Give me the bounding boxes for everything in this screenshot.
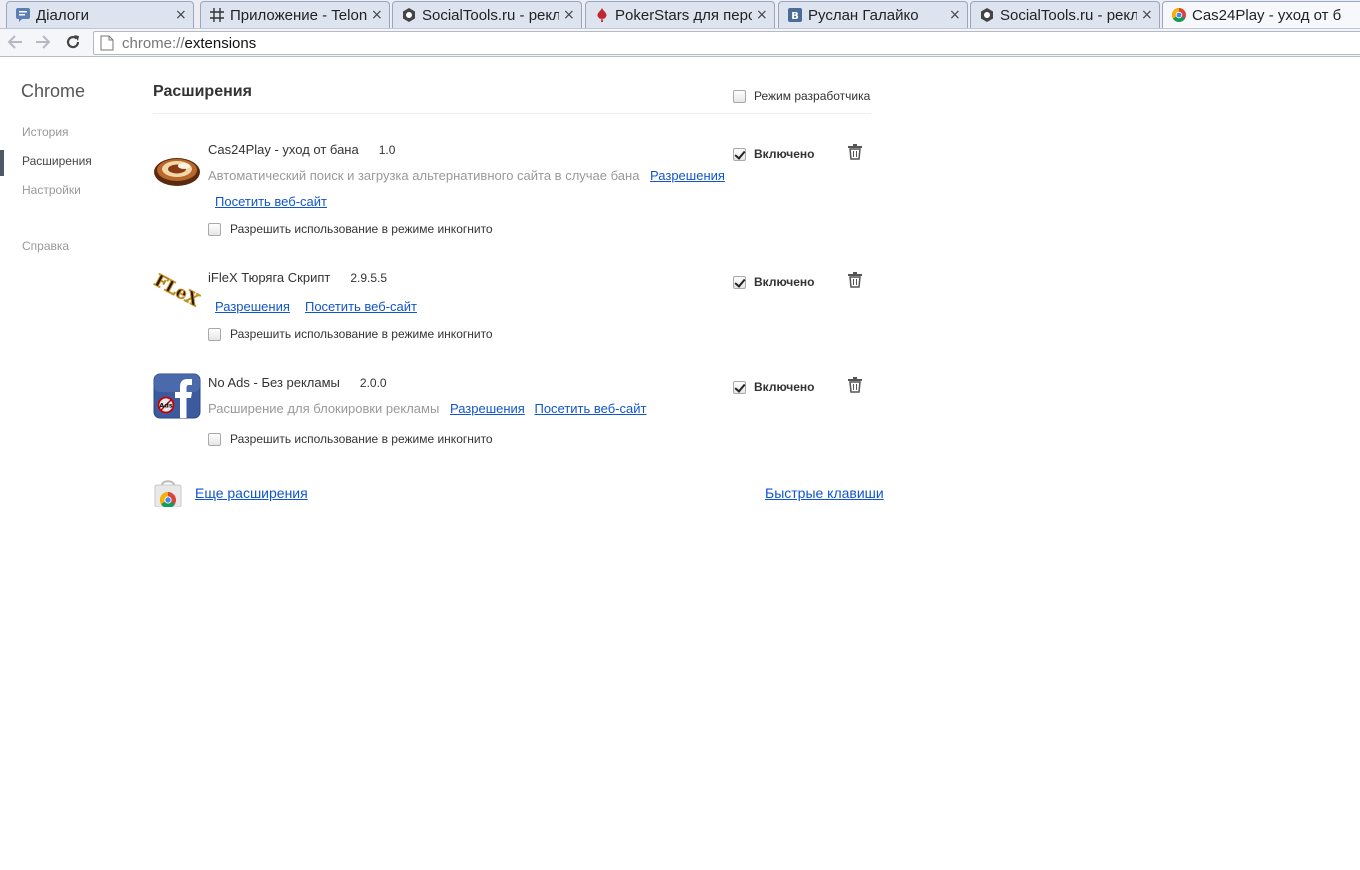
incognito-label: Разрешить использование в режиме инкогни… xyxy=(230,327,493,341)
incognito-checkbox[interactable] xyxy=(208,222,221,236)
tab-strip: Діалоги × Приложение - Telon × SocialToo… xyxy=(0,0,1360,28)
cas24play-icon xyxy=(154,158,200,186)
permissions-link[interactable]: Разрешения xyxy=(650,168,725,183)
address-url: chrome://extensions xyxy=(122,34,257,52)
close-icon[interactable]: × xyxy=(563,8,575,22)
permissions-link[interactable]: Разрешения xyxy=(450,401,525,416)
tab-title: Діалоги xyxy=(36,6,89,24)
sidebar-item-extensions[interactable]: Расширения xyxy=(22,154,92,168)
tab-title: Руслан Галайко xyxy=(808,6,919,24)
trash-icon[interactable] xyxy=(848,377,862,393)
tab-socialtools-2[interactable]: SocialTools.ru - рекл × xyxy=(970,1,1160,28)
pokerstars-icon xyxy=(594,7,610,23)
visit-website-link[interactable]: Посетить веб-сайт xyxy=(215,194,327,209)
enabled-checkbox[interactable] xyxy=(733,380,746,394)
developer-mode-toggle[interactable]: Режим разработчика xyxy=(733,89,870,103)
extension-version: 2.0.0 xyxy=(359,376,387,390)
divider xyxy=(153,113,871,114)
developer-mode-checkbox[interactable] xyxy=(733,89,746,103)
hexagon-icon xyxy=(401,7,417,23)
tab-dialogs[interactable]: Діалоги × xyxy=(6,1,194,28)
chrome-icon xyxy=(1171,7,1187,23)
keyboard-shortcuts-link[interactable]: Быстрые клавиши xyxy=(765,485,884,501)
hexagon-icon xyxy=(979,7,995,23)
forward-button[interactable] xyxy=(33,32,53,52)
page-title: Расширения xyxy=(153,83,252,100)
extension-links: Разрешения Посетить веб-сайт xyxy=(215,296,427,315)
close-icon[interactable]: × xyxy=(949,8,961,22)
tab-title: SocialTools.ru - рекл xyxy=(1000,6,1137,24)
tab-title: Приложение - Telon xyxy=(230,6,367,24)
trash-icon[interactable] xyxy=(848,272,862,288)
permissions-link[interactable]: Разрешения xyxy=(215,299,290,314)
tab-title: PokerStars для персо xyxy=(615,6,752,24)
reload-button[interactable] xyxy=(63,32,83,52)
page-icon xyxy=(100,35,114,51)
extension-description: Расширение для блокировки рекламы Разреш… xyxy=(208,401,647,416)
toolbar: chrome://extensions xyxy=(0,28,1360,57)
chat-bubble-icon xyxy=(15,7,31,23)
enabled-toggle[interactable]: Включено xyxy=(733,275,814,289)
visit-website-link[interactable]: Посетить веб-сайт xyxy=(534,401,646,416)
facebook-no-ads-icon: Ads xyxy=(153,373,201,419)
svg-text:FLeX: FLeX xyxy=(153,271,201,312)
incognito-toggle[interactable]: Разрешить использование в режиме инкогни… xyxy=(208,327,493,341)
enabled-toggle[interactable]: Включено xyxy=(733,380,814,394)
visit-website-link[interactable]: Посетить веб-сайт xyxy=(305,299,417,314)
address-bar[interactable]: chrome://extensions xyxy=(93,31,1360,55)
iflex-icon: FLeX xyxy=(153,270,201,312)
extension-name: iFleX Тюряга Скрипт 2.9.5.5 xyxy=(208,270,388,285)
enabled-label: Включено xyxy=(754,380,815,394)
tab-pokerstars[interactable]: PokerStars для персо × xyxy=(585,1,775,28)
back-button[interactable] xyxy=(5,32,25,52)
svg-text:B: B xyxy=(791,11,799,22)
tab-telon[interactable]: Приложение - Telon × xyxy=(200,1,390,28)
brand-title: Chrome xyxy=(21,81,86,101)
forward-arrow-icon xyxy=(36,35,51,49)
developer-mode-label: Режим разработчика xyxy=(754,89,871,103)
tab-cas24play[interactable]: Cas24Play - уход от б xyxy=(1162,1,1360,28)
selected-marker xyxy=(0,150,4,176)
more-extensions[interactable]: Еще расширения xyxy=(153,479,308,507)
extension-name: No Ads - Без рекламы 2.0.0 xyxy=(208,375,387,390)
hash-icon xyxy=(209,7,225,23)
extension-links: Посетить веб-сайт xyxy=(215,191,337,210)
incognito-label: Разрешить использование в режиме инкогни… xyxy=(230,432,493,446)
extension-version: 1.0 xyxy=(378,143,396,157)
enabled-toggle[interactable]: Включено xyxy=(733,147,814,161)
ads-badge-text: Ads xyxy=(159,402,173,410)
reload-icon xyxy=(66,35,80,49)
incognito-label: Разрешить использование в режиме инкогни… xyxy=(230,222,493,236)
extension-version: 2.9.5.5 xyxy=(350,271,388,285)
close-icon[interactable]: × xyxy=(371,8,383,22)
extension-name: Cas24Play - уход от бана 1.0 xyxy=(208,142,396,157)
incognito-checkbox[interactable] xyxy=(208,327,221,341)
sidebar-item-help[interactable]: Справка xyxy=(22,239,69,253)
tab-socialtools[interactable]: SocialTools.ru - рекл × xyxy=(392,1,582,28)
enabled-checkbox[interactable] xyxy=(733,275,746,289)
close-icon[interactable]: × xyxy=(175,8,187,22)
extension-description: Автоматический поиск и загрузка альтерна… xyxy=(208,168,725,183)
tab-title: SocialTools.ru - рекл xyxy=(422,6,559,24)
sidebar-item-settings[interactable]: Настройки xyxy=(22,183,81,197)
close-icon[interactable]: × xyxy=(756,8,768,22)
enabled-label: Включено xyxy=(754,147,815,161)
back-arrow-icon xyxy=(7,35,22,49)
web-store-icon xyxy=(154,480,182,507)
enabled-checkbox[interactable] xyxy=(733,147,746,161)
sidebar: Chrome История Расширения Настройки Спра… xyxy=(0,58,140,870)
incognito-toggle[interactable]: Разрешить использование в режиме инкогни… xyxy=(208,222,493,236)
more-extensions-link[interactable]: Еще расширения xyxy=(195,485,308,501)
tab-vk[interactable]: B Руслан Галайко × xyxy=(778,1,968,28)
enabled-label: Включено xyxy=(754,275,815,289)
incognito-toggle[interactable]: Разрешить использование в режиме инкогни… xyxy=(208,432,493,446)
trash-icon[interactable] xyxy=(848,144,862,160)
close-icon[interactable]: × xyxy=(1141,8,1153,22)
vk-icon: B xyxy=(787,7,803,23)
tab-title: Cas24Play - уход от б xyxy=(1192,6,1342,24)
sidebar-item-history[interactable]: История xyxy=(22,125,69,139)
incognito-checkbox[interactable] xyxy=(208,432,221,446)
